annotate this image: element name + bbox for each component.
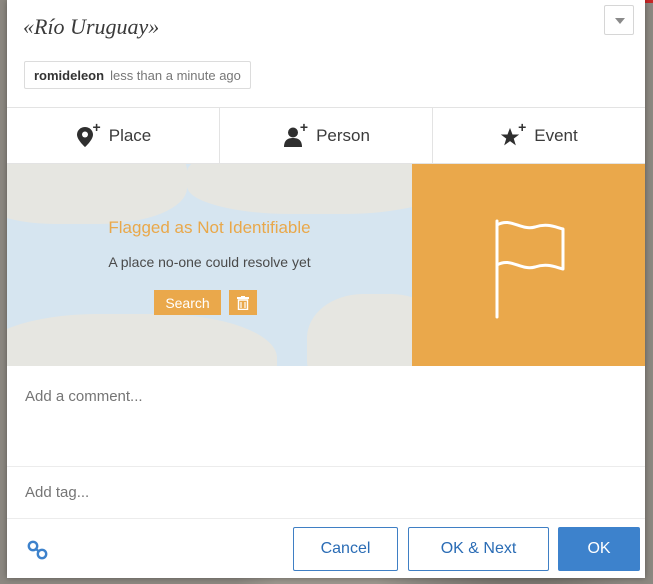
annotation-title: «Río Uruguay» bbox=[23, 14, 160, 39]
flagged-message: A place no-one could resolve yet bbox=[108, 254, 311, 270]
annotation-editor-panel: «Río Uruguay» romideleon less than a min… bbox=[7, 0, 645, 578]
flag-icon bbox=[495, 219, 565, 319]
search-button[interactable]: Search bbox=[154, 290, 221, 315]
tab-event-label: Event bbox=[534, 125, 578, 145]
menu-dropdown-button[interactable] bbox=[604, 5, 634, 35]
tab-event[interactable]: + Event bbox=[432, 108, 645, 163]
trash-icon bbox=[237, 295, 249, 310]
ok-button[interactable]: OK bbox=[558, 527, 640, 571]
map-land bbox=[7, 164, 187, 224]
tab-place[interactable]: + Place bbox=[7, 108, 219, 163]
map-land bbox=[187, 164, 412, 214]
delete-button[interactable] bbox=[229, 290, 257, 315]
tag-input[interactable] bbox=[7, 467, 645, 519]
flagged-status: Flagged as Not Identifiable bbox=[108, 218, 311, 237]
map-land bbox=[307, 294, 412, 366]
link-icon bbox=[27, 540, 48, 560]
user-plus-icon: + bbox=[282, 119, 308, 147]
tab-person[interactable]: + Person bbox=[219, 108, 432, 163]
map-pin-plus-icon: + bbox=[75, 119, 101, 147]
flag-status-panel bbox=[412, 164, 645, 366]
created-timestamp: less than a minute ago bbox=[110, 67, 241, 83]
star-plus-icon: + bbox=[500, 119, 526, 147]
chevron-down-icon bbox=[615, 18, 625, 24]
creator-badge: romideleon less than a minute ago bbox=[24, 61, 251, 89]
map-land bbox=[7, 314, 277, 366]
comment-input[interactable] bbox=[7, 366, 645, 467]
place-map-preview: Flagged as Not Identifiable A place no-o… bbox=[7, 164, 412, 366]
link-button[interactable] bbox=[27, 539, 49, 561]
entity-tabs: + Place + Person + Event bbox=[7, 107, 645, 164]
tab-person-label: Person bbox=[316, 125, 370, 145]
cancel-button[interactable]: Cancel bbox=[293, 527, 398, 571]
ok-next-button[interactable]: OK & Next bbox=[408, 527, 549, 571]
tab-place-label: Place bbox=[108, 125, 152, 145]
creator-username: romideleon bbox=[34, 67, 105, 83]
editor-footer: Cancel OK & Next OK bbox=[7, 519, 645, 578]
editor-header: «Río Uruguay» romideleon less than a min… bbox=[7, 0, 645, 107]
